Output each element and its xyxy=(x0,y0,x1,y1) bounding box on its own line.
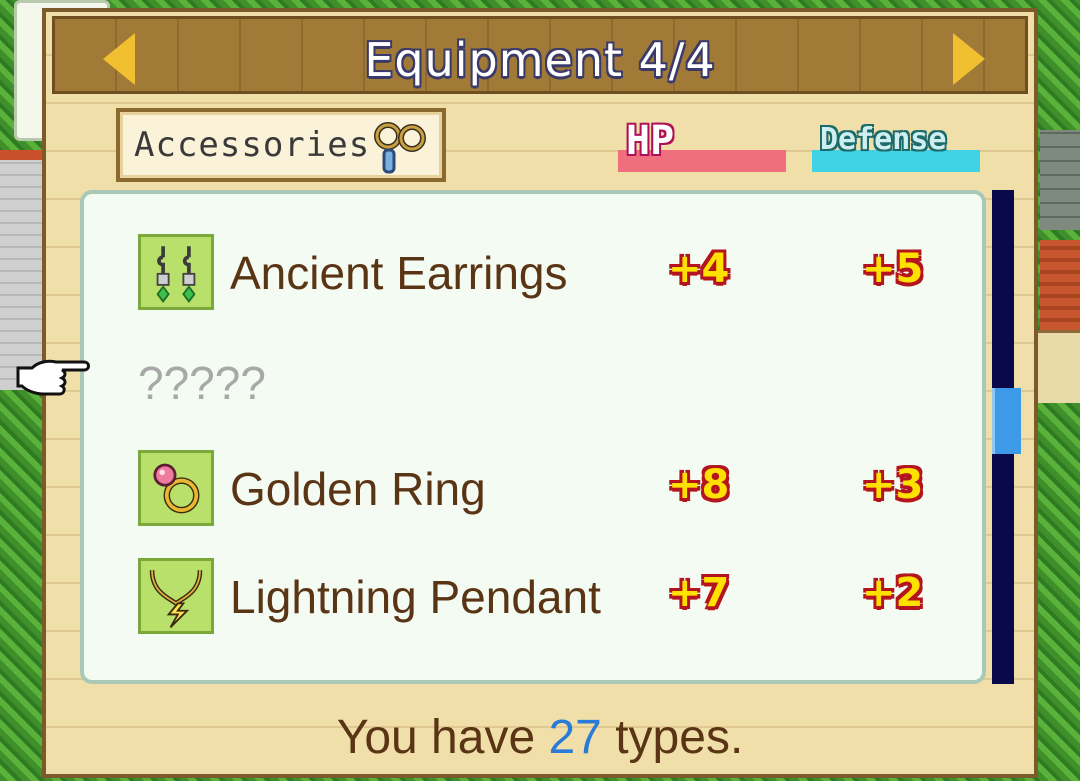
background-house-roof xyxy=(1040,240,1080,330)
type-count-text: You have 27 types. xyxy=(46,710,1034,765)
list-item[interactable]: Ancient Earrings +4 +5 xyxy=(84,224,984,320)
pendant-icon xyxy=(138,558,214,634)
scrollbar-thumb[interactable] xyxy=(992,388,1021,454)
ring-icon xyxy=(138,450,214,526)
item-name: Ancient Earrings xyxy=(230,247,568,299)
footer-prefix: You have xyxy=(336,711,549,764)
item-defense-value: +5 xyxy=(862,246,924,292)
list-item[interactable]: Golden Ring +8 +3 xyxy=(84,440,984,536)
next-page-arrow-icon[interactable] xyxy=(953,33,985,85)
item-hp-value: +8 xyxy=(668,462,730,508)
title-bar: Equipment 4/4 xyxy=(52,16,1028,94)
category-tab-accessories[interactable]: Accessories xyxy=(116,108,446,182)
list-item[interactable]: Lightning Pendant +7 +2 xyxy=(84,548,984,644)
defense-column-header: Defense xyxy=(812,116,980,172)
window-title: Equipment 4/4 xyxy=(364,33,716,87)
background-stone-wall xyxy=(1040,130,1080,230)
hand-pointer-icon xyxy=(16,359,90,396)
item-name-unknown: ????? xyxy=(138,357,266,409)
item-name: Lightning Pendant xyxy=(230,571,601,623)
footer-suffix: types. xyxy=(601,711,744,764)
equipment-window: Equipment 4/4 Accessories HP Defense Anc… xyxy=(42,8,1038,778)
type-count: 27 xyxy=(548,711,602,764)
accessories-icon xyxy=(374,122,426,174)
list-item-unknown[interactable]: ????? xyxy=(84,334,984,430)
item-hp-value: +4 xyxy=(668,246,730,292)
background-house-wall xyxy=(1038,330,1080,403)
item-defense-value: +2 xyxy=(862,570,924,616)
item-list: Ancient Earrings +4 +5 ????? Golden Ring… xyxy=(80,190,986,684)
item-defense-value: +3 xyxy=(862,462,924,508)
item-hp-value: +7 xyxy=(668,570,730,616)
category-label: Accessories xyxy=(134,125,371,165)
defense-header-label: Defense xyxy=(820,122,947,157)
hp-column-header: HP xyxy=(618,116,786,172)
hp-header-label: HP xyxy=(626,118,675,164)
item-name: Golden Ring xyxy=(230,463,486,515)
earrings-icon xyxy=(138,234,214,310)
